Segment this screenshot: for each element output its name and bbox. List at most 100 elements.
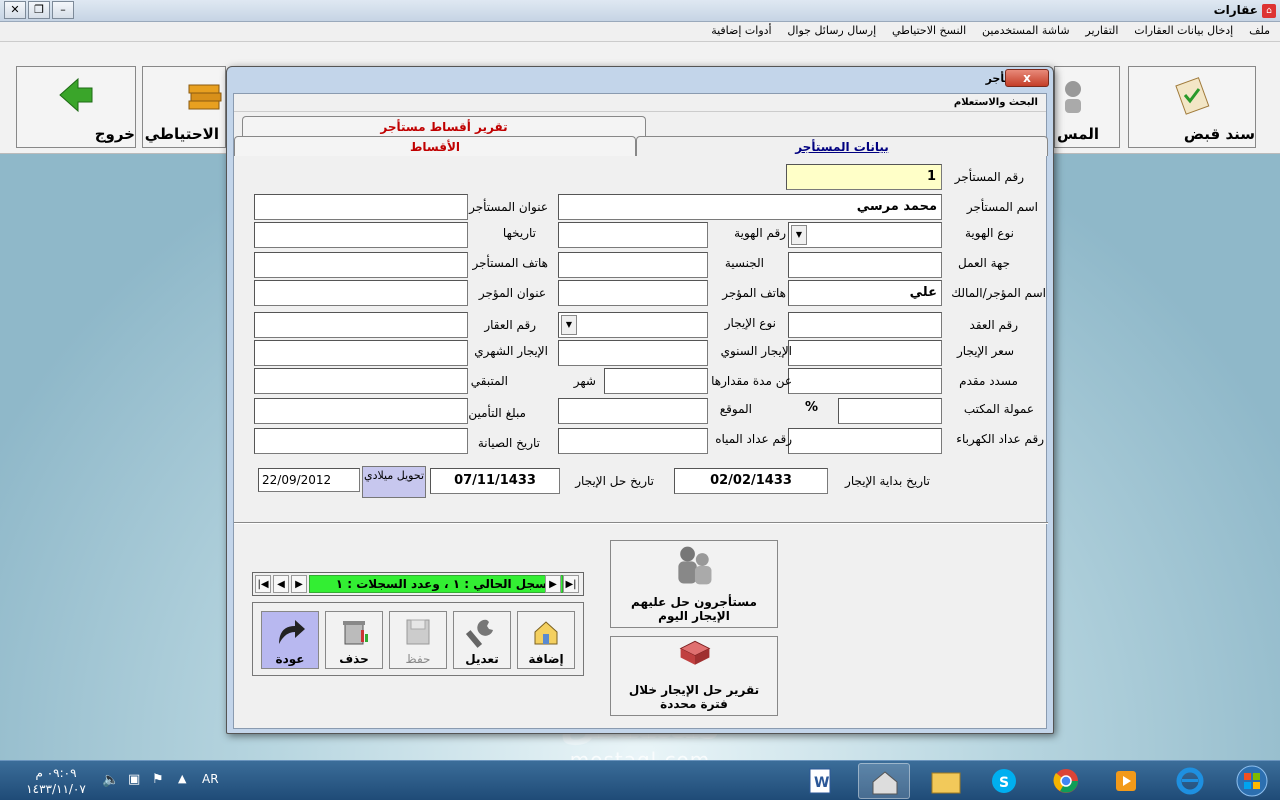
taskbar-media-player[interactable] (1100, 763, 1152, 799)
period-field[interactable] (604, 368, 708, 394)
tray-expand-icon[interactable]: ▲ (178, 772, 186, 785)
menu-bar: ملف إدخال بيانات العقارات التقارير شاشة … (0, 22, 1280, 42)
prev-record-button[interactable]: ◀ (273, 575, 289, 593)
tenant-button[interactable]: المس (1054, 66, 1120, 148)
menu-sms[interactable]: إرسال رسائل جوال (781, 22, 882, 39)
taskbar-property-app[interactable] (858, 763, 910, 799)
remaining-field[interactable] (254, 368, 468, 394)
convert-gregorian-button[interactable]: تحويل ميلادي (362, 466, 426, 498)
network-icon[interactable]: ▣ (128, 772, 140, 787)
arrow-left-icon (59, 77, 93, 113)
tenant-no-field[interactable]: 1 (786, 164, 942, 190)
menu-users[interactable]: شاشة المستخدمين (976, 22, 1076, 39)
edit-button[interactable]: تعديل (453, 611, 511, 669)
language-indicator[interactable]: AR (202, 772, 219, 786)
next-record-button-right[interactable]: ▶ (545, 575, 561, 593)
remaining-label: المتبقي (470, 374, 508, 388)
owner-phone-field[interactable] (558, 280, 708, 306)
last-record-button[interactable]: ▶| (563, 575, 579, 593)
search-subbar: البحث والاستعلام (234, 94, 1046, 112)
tenant-no-label: رقم المستأجر (954, 170, 1024, 184)
rent-price-field[interactable] (788, 340, 942, 366)
id-type-select[interactable]: ▼ (788, 222, 942, 248)
rent-start-field[interactable]: 02/02/1433 (674, 468, 828, 494)
delete-button[interactable]: حذف (325, 611, 383, 669)
tab-tenant-data[interactable]: بيانات المستأجر (636, 136, 1048, 156)
nationality-field[interactable] (558, 252, 708, 278)
electricity-meter-label: رقم عداد الكهرباء (956, 432, 1044, 446)
search-query-menu[interactable]: البحث والاستعلام (954, 97, 1046, 108)
save-button[interactable]: حفظ (389, 611, 447, 669)
owner-name-field[interactable]: علي (788, 280, 942, 306)
close-icon[interactable]: ✕ (4, 1, 26, 19)
rent-due-field[interactable]: 07/11/1433 (430, 468, 560, 494)
dialog-body: البحث والاستعلام تقرير أقساط مستأجر الأق… (233, 93, 1048, 729)
tenant-data-panel: رقم المستأجر 1 اسم المستأجر محمد مرسي عن… (234, 156, 1048, 524)
owner-address-field[interactable] (254, 280, 468, 306)
first-record-button[interactable]: |◀ (255, 575, 271, 593)
menu-property-entry[interactable]: إدخال بيانات العقارات (1128, 22, 1239, 39)
backup-button[interactable]: الاحتياطي (142, 66, 226, 148)
month-label: شهر (573, 374, 596, 388)
taskbar-skype[interactable]: S (978, 763, 1030, 799)
media-icon (1116, 771, 1136, 791)
chevron-down-icon[interactable]: ▼ (561, 315, 577, 335)
taskbar-chrome[interactable] (1040, 763, 1092, 799)
floppy-disk-icon (406, 619, 430, 645)
location-field[interactable] (558, 398, 708, 424)
svg-text:S: S (999, 775, 1009, 791)
due-today-button[interactable]: مستأجرون حل عليهم الإيجار اليوم (610, 540, 778, 628)
id-no-field[interactable] (558, 222, 708, 248)
office-commission-field[interactable] (838, 398, 942, 424)
tenant-address-field[interactable] (254, 194, 468, 220)
start-button[interactable] (1226, 763, 1278, 799)
contract-no-field[interactable] (788, 312, 942, 338)
taskbar-explorer[interactable] (920, 763, 972, 799)
action-buttons: عودة حذف حفظ تعديل إضافة (252, 602, 584, 676)
tenant-name-field[interactable]: محمد مرسي (558, 194, 942, 220)
receipt-button[interactable]: سند قبض (1128, 66, 1256, 148)
tab-installments[interactable]: الأقساط (234, 136, 636, 156)
minimize-icon[interactable]: – (52, 1, 74, 19)
taskbar-ie[interactable] (1164, 763, 1216, 799)
back-button[interactable]: عودة (261, 611, 319, 669)
paid-advance-field[interactable] (788, 368, 942, 394)
tab-installments-report[interactable]: تقرير أقساط مستأجر (242, 116, 646, 136)
menu-reports[interactable]: التقارير (1079, 22, 1124, 39)
workplace-field[interactable] (788, 252, 942, 278)
record-status: السجل الحالي : ١ ، وعدد السجلات : ١ (309, 575, 563, 593)
water-meter-field[interactable] (558, 428, 708, 454)
report-box-icon (679, 640, 711, 665)
menu-tools[interactable]: أدوات إضافية (705, 22, 777, 39)
tenant-phone-field[interactable] (254, 252, 468, 278)
window-controls: ✕ ❐ – (4, 1, 76, 19)
next-record-button[interactable]: ▶ (291, 575, 307, 593)
gregorian-date-field[interactable]: 22/09/2012 (258, 468, 360, 492)
add-button[interactable]: إضافة (517, 611, 575, 669)
due-period-report-button[interactable]: تقرير حل الإيجار خلال فترة محددة (610, 636, 778, 716)
menu-backup[interactable]: النسخ الاحتياطي (886, 22, 972, 39)
restore-icon[interactable]: ❐ (28, 1, 50, 19)
speaker-icon[interactable]: 🔈 (102, 772, 119, 788)
owner-address-label: عنوان المؤجر (478, 286, 546, 300)
maintenance-date-field[interactable] (254, 428, 468, 454)
monthly-rent-field[interactable] (254, 340, 468, 366)
app-titlebar: ✕ ❐ – عقارات ⌂ (0, 0, 1280, 22)
maintenance-date-label: تاريخ الصيانة (477, 436, 540, 450)
taskbar-word[interactable]: W (794, 763, 846, 799)
id-date-field[interactable] (254, 222, 468, 248)
rent-type-select[interactable]: ▼ (558, 312, 708, 338)
annual-rent-field[interactable] (558, 340, 708, 366)
folder-icon (931, 772, 961, 794)
insurance-field[interactable] (254, 398, 468, 424)
flag-icon[interactable]: ⚑ (152, 772, 164, 787)
annual-rent-label: الإيجار السنوي (720, 344, 792, 358)
exit-button[interactable]: خروج (16, 66, 136, 148)
menu-file[interactable]: ملف (1243, 22, 1276, 39)
property-no-field[interactable] (254, 312, 468, 338)
chevron-down-icon[interactable]: ▼ (791, 225, 807, 245)
dialog-close-button[interactable]: x (1005, 69, 1049, 87)
electricity-meter-field[interactable] (788, 428, 942, 454)
clock[interactable]: ٠٩:٠٩ م ١٤٣٣/١١/٠٧ (20, 765, 92, 797)
skype-icon: S (992, 769, 1016, 793)
